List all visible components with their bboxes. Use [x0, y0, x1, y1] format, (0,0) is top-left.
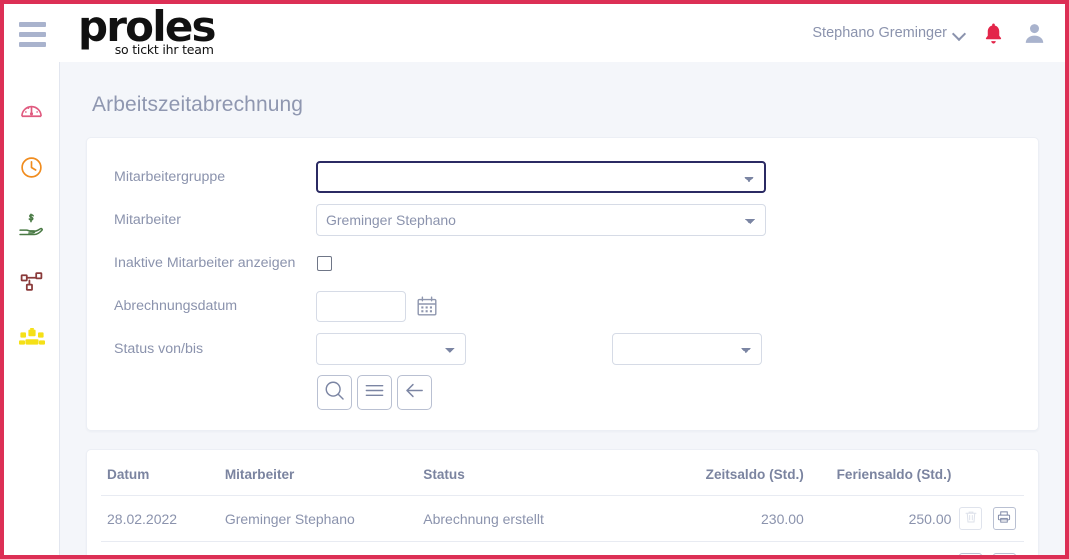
- app-window: proles so tickt ihr team Stephano Gremin…: [0, 0, 1069, 559]
- sidebar-item-payroll[interactable]: [15, 212, 49, 242]
- main-content: Arbeitszeitabrechnung Mitarbeitergruppe …: [60, 62, 1065, 555]
- user-name-label: Stephano Greminger: [812, 25, 947, 41]
- search-button[interactable]: [317, 375, 352, 410]
- user-menu[interactable]: Stephano Greminger: [812, 25, 965, 41]
- field-row-abrechnungsdatum: Abrechnungsdatum: [103, 289, 1016, 323]
- cell-datum: 28.02.2022: [101, 495, 219, 542]
- inaktive-mitarbeiter-checkbox[interactable]: [317, 255, 332, 271]
- chevron-down-icon: [954, 28, 965, 39]
- app-logo[interactable]: proles so tickt ihr team: [78, 6, 217, 58]
- cell-delete-action: [957, 495, 991, 542]
- print-row-button[interactable]: [992, 507, 1016, 530]
- top-header-bar: proles so tickt ihr team Stephano Gremin…: [4, 4, 1065, 62]
- cell-print-action: [990, 541, 1024, 555]
- hand-money-icon: [18, 212, 45, 242]
- table-row[interactable]: 28.02.2022 Greminger Stephano Abrechnung…: [101, 495, 1024, 542]
- abrechnungen-table: Datum Mitarbeiter Status Zeitsaldo (Std.…: [101, 450, 1024, 555]
- filter-action-buttons: [316, 375, 1016, 410]
- col-header-status[interactable]: Status: [417, 450, 656, 496]
- label-mitarbeiter: Mitarbeiter: [114, 212, 182, 228]
- field-row-mitarbeiter: Mitarbeiter Greminger Stephano: [103, 203, 1016, 237]
- table-body: 28.02.2022 Greminger Stephano Abrechnung…: [101, 495, 1024, 555]
- sidebar-item-dashboard[interactable]: [15, 98, 49, 128]
- sitemap-icon: [19, 269, 44, 299]
- results-table-panel: Datum Mitarbeiter Status Zeitsaldo (Std.…: [86, 449, 1039, 555]
- left-sidebar: [4, 62, 60, 555]
- status-bis-select[interactable]: [612, 333, 762, 365]
- sidebar-item-team[interactable]: [15, 326, 49, 356]
- field-row-inaktive: Inaktive Mitarbeiter anzeigen: [103, 246, 1016, 280]
- label-mitarbeitergruppe: Mitarbeitergruppe: [114, 169, 226, 185]
- calendar-icon[interactable]: [416, 295, 438, 317]
- back-button[interactable]: [397, 375, 432, 410]
- table-header-row: Datum Mitarbeiter Status Zeitsaldo (Std.…: [101, 450, 1024, 496]
- label-abrechnungsdatum: Abrechnungsdatum: [114, 298, 238, 314]
- dashboard-gauge-icon: [19, 98, 44, 128]
- cell-status: Abrechnung erstellt: [417, 495, 656, 542]
- header-user-area: Stephano Greminger: [812, 21, 1047, 46]
- col-header-datum[interactable]: Datum: [101, 450, 219, 496]
- list-lines-icon: [363, 379, 386, 407]
- label-inaktive-mitarbeiter: Inaktive Mitarbeiter anzeigen: [114, 255, 296, 271]
- cell-mitarbeiter: Greminger Stephano: [218, 495, 418, 542]
- cell-mitarbeiter: Greminger Stephano: [218, 541, 418, 555]
- cell-zeitsaldo: 107.90: [655, 541, 810, 555]
- col-header-mitarbeiter[interactable]: Mitarbeiter: [218, 450, 418, 496]
- field-row-mitarbeitergruppe: Mitarbeitergruppe: [103, 160, 1016, 194]
- hamburger-bar: [18, 31, 46, 37]
- col-header-zeitsaldo[interactable]: Zeitsaldo (Std.): [655, 450, 810, 496]
- mitarbeiter-select[interactable]: Greminger Stephano: [316, 204, 766, 236]
- hamburger-bar: [18, 21, 46, 27]
- cell-feriensaldo: 250.00: [809, 495, 958, 542]
- print-row-button[interactable]: [992, 553, 1016, 555]
- cell-print-action: [990, 495, 1024, 542]
- col-header-feriensaldo[interactable]: Feriensaldo (Std.): [809, 450, 958, 496]
- label-status-von-bis: Status von/bis: [114, 341, 204, 357]
- table-head: Datum Mitarbeiter Status Zeitsaldo (Std.…: [101, 450, 1024, 496]
- cell-zeitsaldo: 230.00: [655, 495, 810, 542]
- cell-feriensaldo: 210.00: [809, 541, 958, 555]
- hamburger-menu-icon[interactable]: [4, 20, 60, 47]
- status-von-select[interactable]: [316, 333, 466, 365]
- sidebar-item-time[interactable]: [15, 155, 49, 185]
- mitarbeitergruppe-select[interactable]: [316, 161, 766, 193]
- team-users-icon: [18, 327, 45, 355]
- col-header-print-action: [990, 450, 1024, 496]
- cell-datum: 31.03.2022: [101, 541, 219, 555]
- notification-bell-icon[interactable]: [982, 21, 1005, 46]
- table-row[interactable]: 31.03.2022 Greminger Stephano Abrechnung…: [101, 541, 1024, 555]
- filter-panel: Mitarbeitergruppe Mitarbeiter Greminger …: [86, 137, 1039, 431]
- list-button[interactable]: [357, 375, 392, 410]
- body-container: Arbeitszeitabrechnung Mitarbeitergruppe …: [4, 62, 1065, 555]
- col-header-delete-action: [957, 450, 991, 496]
- search-icon: [323, 379, 346, 407]
- logo-tagline: so tickt ihr team: [114, 42, 214, 58]
- arrow-left-icon: [403, 379, 426, 407]
- clock-icon: [19, 155, 44, 185]
- page-title: Arbeitszeitabrechnung: [92, 93, 304, 116]
- sidebar-item-projects[interactable]: [15, 269, 49, 299]
- cell-status: Abrechnung erstellt: [417, 541, 656, 555]
- hamburger-bar: [18, 41, 46, 47]
- field-row-status-von-bis: Status von/bis: [103, 332, 1016, 366]
- printer-icon: [997, 510, 1011, 527]
- user-avatar-icon[interactable]: [1022, 21, 1047, 46]
- trash-icon: [964, 510, 978, 527]
- cell-delete-action: [957, 541, 991, 555]
- delete-row-button: [959, 507, 983, 530]
- delete-row-button[interactable]: [959, 553, 983, 555]
- abrechnungsdatum-input[interactable]: [316, 290, 406, 322]
